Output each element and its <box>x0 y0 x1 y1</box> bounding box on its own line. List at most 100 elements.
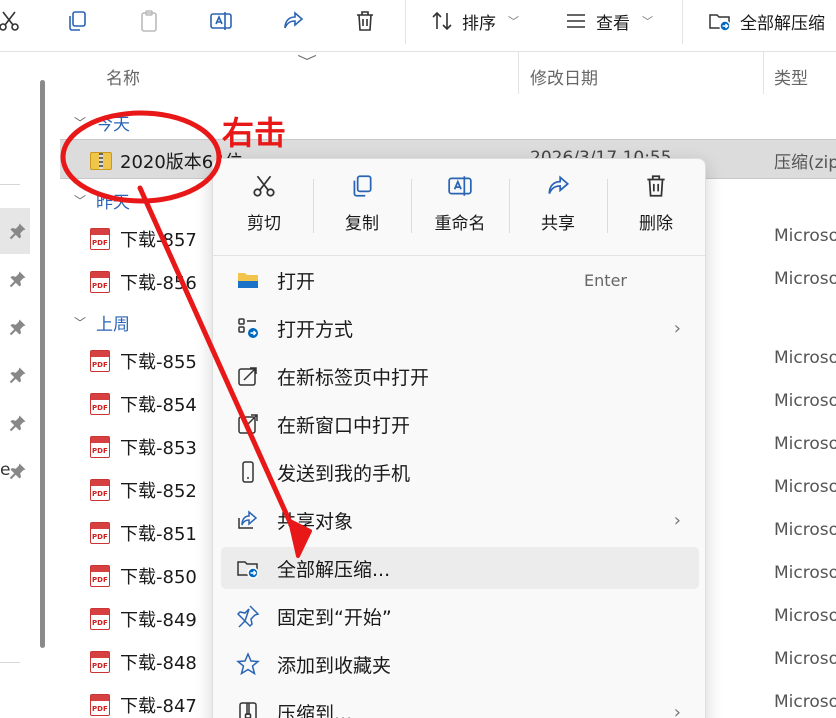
divider <box>0 184 20 185</box>
copy-icon[interactable] <box>58 6 96 36</box>
rename-label: 重命名 <box>434 214 486 234</box>
delete-button[interactable]: 删除 <box>607 173 705 245</box>
share-icon <box>235 508 261 532</box>
star-icon <box>235 652 261 676</box>
file-type: Microso <box>774 649 836 669</box>
menu-item-label: 添加到收藏夹 <box>277 654 392 677</box>
pdf-file-icon: PDF <box>90 565 110 587</box>
share-icon <box>548 175 570 194</box>
file-type: Microso <box>774 563 836 583</box>
menu-item-compress-to[interactable]: 压缩到... › <box>221 691 699 718</box>
pin-icon <box>9 222 27 240</box>
rename-button[interactable]: 重命名 <box>411 173 509 245</box>
pin-icon <box>9 270 27 288</box>
sort-indicator-icon: ﹀ <box>297 55 317 71</box>
cut-button[interactable]: 剪切 <box>215 173 313 245</box>
file-type: 压缩(zip <box>774 153 836 173</box>
shortcut-hint: Enter <box>584 270 627 290</box>
menu-item-label: 在新标签页中打开 <box>277 366 430 389</box>
file-name: 下载-856 <box>120 273 197 294</box>
context-menu: 剪切 复制 重命名 共享 删除 打开 Enter 打开方式 › 在新标签页中打开… <box>212 158 706 718</box>
pin-icon <box>9 462 27 480</box>
share-label: 共享 <box>541 214 575 234</box>
command-bar: 排序 ﹀ 查看 ﹀ 全部解压缩 <box>0 0 836 52</box>
copy-icon <box>353 175 372 197</box>
menu-item-pin-to-start[interactable]: 固定到“开始” <box>221 595 699 637</box>
menu-item-label: 打开方式 <box>277 318 354 341</box>
file-name: 下载-855 <box>120 352 197 373</box>
copy-button[interactable]: 复制 <box>313 173 411 245</box>
menu-item-label: 共享对象 <box>277 510 354 533</box>
share-icon[interactable] <box>274 6 312 36</box>
pin-icon <box>9 414 27 432</box>
annotation-label: 右击 <box>222 114 287 152</box>
copy-label: 复制 <box>345 214 379 234</box>
chevron-right-icon: › <box>673 317 681 339</box>
file-type: Microso <box>774 226 836 246</box>
toolbar-separator <box>682 0 683 44</box>
file-type: Microso <box>774 692 836 712</box>
column-separator[interactable] <box>763 52 764 94</box>
extract-icon <box>709 14 731 32</box>
phone-icon <box>235 460 261 484</box>
compress-icon <box>235 700 261 718</box>
zip-folder-icon <box>90 150 112 172</box>
group-header-last-week[interactable]: ﹀ 上周 <box>74 310 130 335</box>
delete-icon <box>647 175 665 197</box>
menu-item-label: 在新窗口中打开 <box>277 414 411 437</box>
group-header-today[interactable]: ﹀ 今天 <box>74 110 130 135</box>
nav-scrollbar[interactable] <box>40 80 45 648</box>
file-type: Microso <box>774 391 836 411</box>
cut-icon[interactable] <box>0 6 28 36</box>
pdf-file-icon: PDF <box>90 228 110 250</box>
file-name: 下载-853 <box>120 438 197 459</box>
pdf-file-icon: PDF <box>90 479 110 501</box>
menu-item-open-new-window[interactable]: 在新窗口中打开 <box>221 403 699 445</box>
menu-item-open-new-tab[interactable]: 在新标签页中打开 <box>221 355 699 397</box>
pdf-file-icon: PDF <box>90 350 110 372</box>
delete-label: 删除 <box>639 214 673 234</box>
menu-item-send-to-phone[interactable]: 发送到我的手机 <box>221 451 699 493</box>
rename-icon <box>448 176 472 196</box>
file-name: 下载-857 <box>120 230 197 251</box>
file-name: 下载-848 <box>120 653 197 674</box>
paste-icon <box>130 6 168 36</box>
group-header-yesterday[interactable]: ﹀ 昨天 <box>74 188 130 213</box>
sort-icon <box>432 11 452 31</box>
folder-icon <box>235 268 261 292</box>
delete-icon[interactable] <box>346 6 384 36</box>
menu-item-extract-all[interactable]: 全部解压缩... <box>221 547 699 589</box>
menu-item-label: 发送到我的手机 <box>277 462 411 485</box>
pin-icon <box>9 318 27 336</box>
open-with-icon <box>235 316 261 340</box>
menu-item-label: 全部解压缩... <box>277 558 391 581</box>
group-label: 昨天 <box>96 193 131 213</box>
extract-all-button[interactable]: 全部解压缩 <box>708 6 825 36</box>
menu-item-share-object[interactable]: 共享对象 › <box>221 499 699 541</box>
sort-label: 排序 <box>462 13 496 34</box>
sort-button[interactable]: 排序 ﹀ <box>430 6 519 36</box>
file-type: Microso <box>774 348 836 368</box>
column-header-date[interactable]: 修改日期 <box>530 64 598 89</box>
file-name: 下载-850 <box>120 567 197 588</box>
view-button[interactable]: 查看 ﹀ <box>564 6 653 36</box>
column-header-name[interactable]: 名称 <box>106 64 140 89</box>
rename-icon[interactable] <box>202 6 240 36</box>
file-name: 下载-847 <box>120 696 197 717</box>
group-label: 今天 <box>96 115 131 135</box>
column-header-type[interactable]: 类型 <box>774 64 808 89</box>
extract-label: 全部解压缩 <box>740 13 825 34</box>
menu-item-open[interactable]: 打开 Enter <box>221 259 699 301</box>
menu-item-add-favorites[interactable]: 添加到收藏夹 <box>221 643 699 685</box>
menu-item-label: 固定到“开始” <box>277 606 392 629</box>
cut-icon <box>253 175 275 197</box>
new-window-icon <box>235 412 261 436</box>
menu-item-open-with[interactable]: 打开方式 › <box>221 307 699 349</box>
share-button[interactable]: 共享 <box>509 173 607 245</box>
pdf-file-icon: PDF <box>90 436 110 458</box>
pdf-file-icon: PDF <box>90 393 110 415</box>
extract-icon <box>235 556 261 580</box>
column-separator[interactable] <box>518 52 519 94</box>
chevron-right-icon: › <box>673 701 681 718</box>
file-type: Microso <box>774 434 836 454</box>
